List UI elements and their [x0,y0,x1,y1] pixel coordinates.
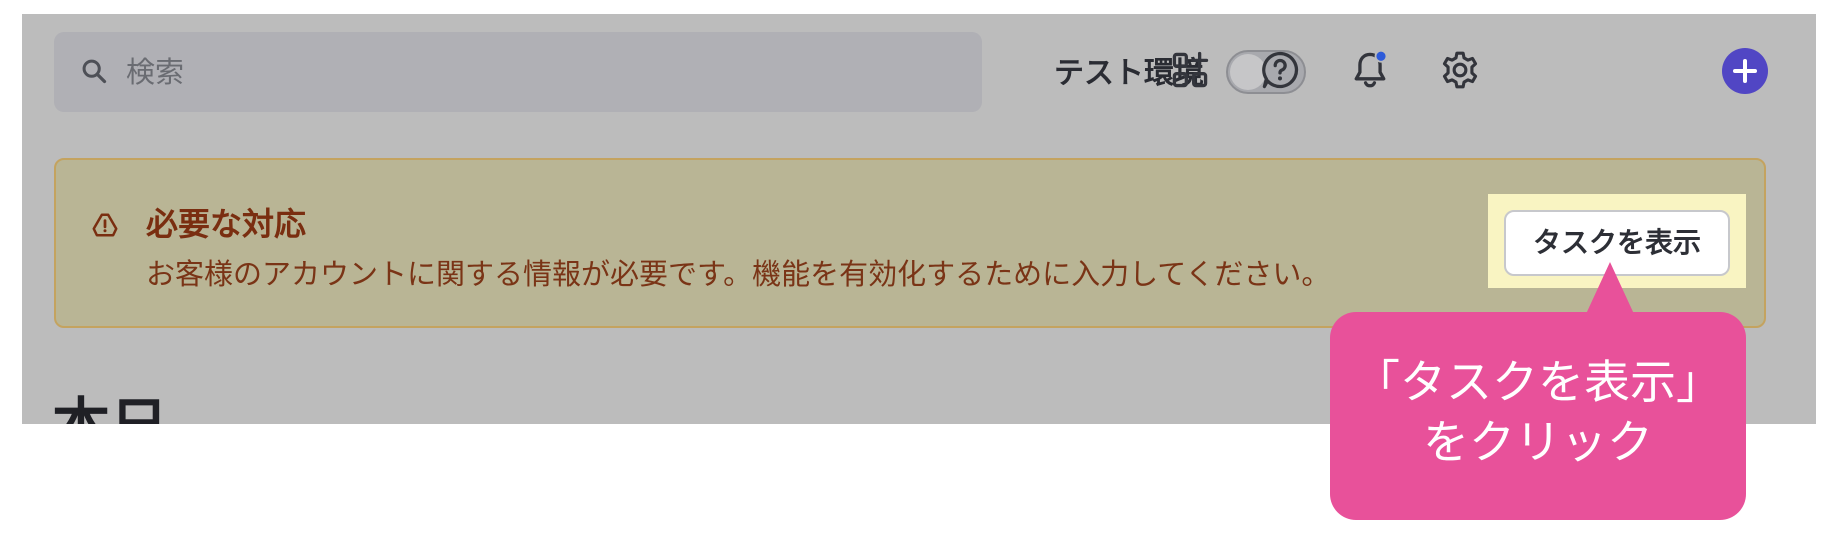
create-plus-button[interactable] [1722,48,1768,94]
callout-pointer [1586,262,1634,314]
apps-icon[interactable] [1168,48,1212,92]
callout-line-2: をクリック [1423,415,1653,469]
warning-icon [92,213,118,237]
search-icon [82,59,107,84]
gear-icon[interactable] [1438,48,1482,92]
annotated-screenshot: 検索 テスト環境 必要な対応 お客様のアカウントに関する情報が必要です。機能を有… [0,0,1838,534]
instruction-callout: 「タスクを表示」 をクリック [1330,312,1746,520]
bell-icon[interactable] [1348,48,1392,92]
alert-title: 必要な対応 [146,205,307,243]
help-icon[interactable] [1258,48,1302,92]
page-title: 本日 [52,390,168,424]
alert-message: お客様のアカウントに関する情報が必要です。機能を有効化するために入力してください… [146,257,1331,291]
callout-line-1: 「タスクを表示」 [1354,355,1722,409]
search-input[interactable]: 検索 [54,32,982,112]
search-placeholder: 検索 [126,55,185,89]
